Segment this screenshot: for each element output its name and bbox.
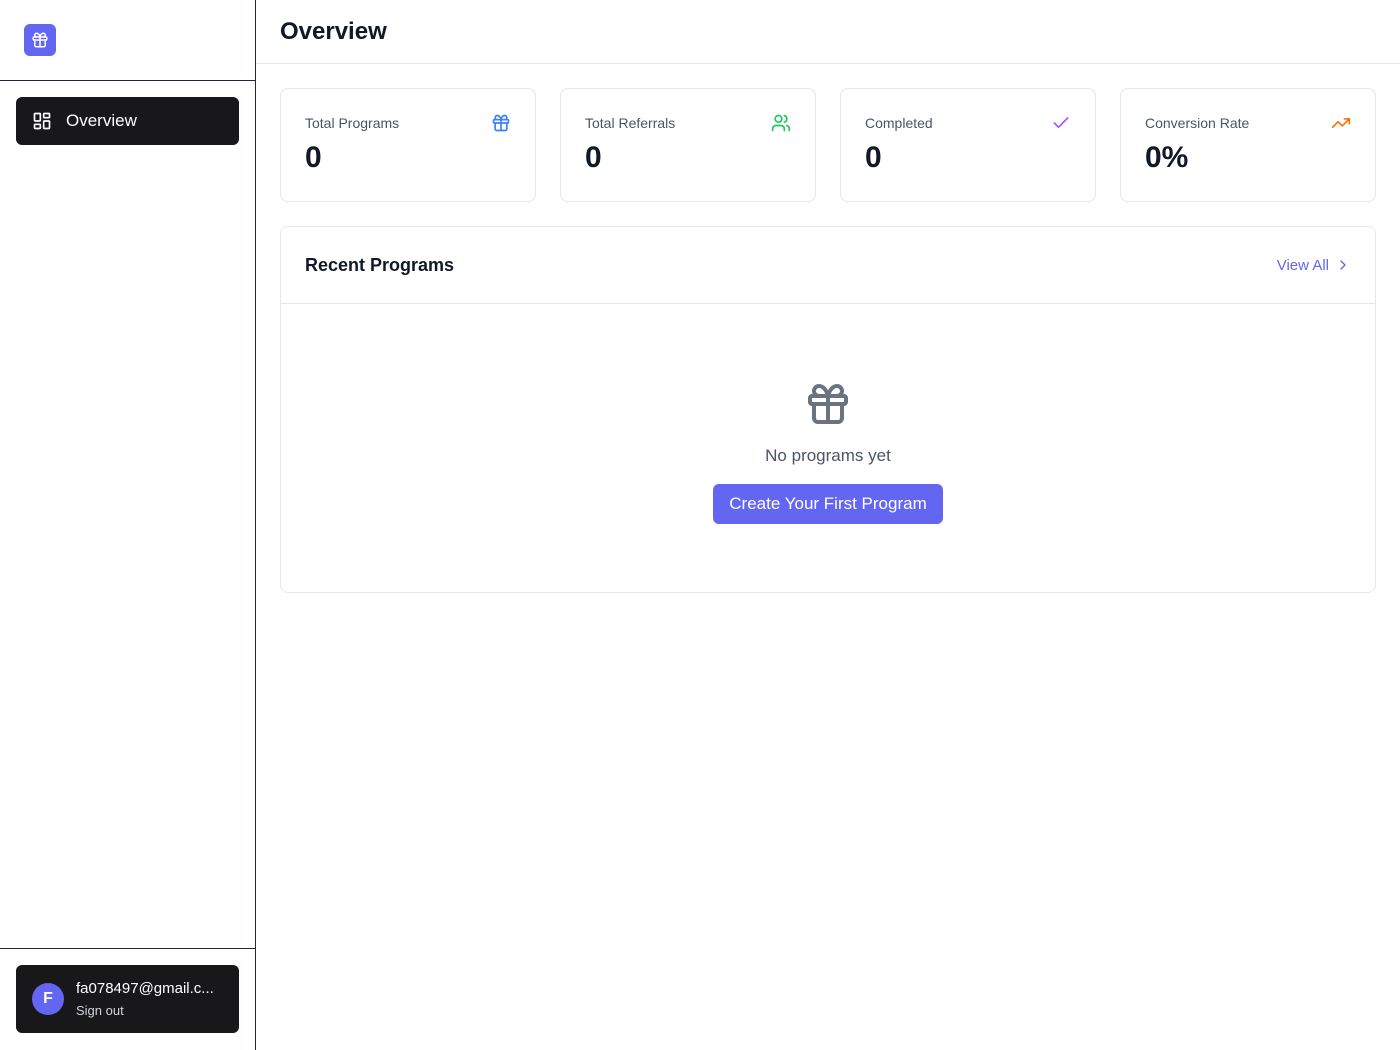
- sidebar-header: [0, 0, 255, 81]
- stat-label: Completed: [865, 115, 933, 131]
- app-root: Overview F fa078497@gmail.c... Sign out …: [0, 0, 1400, 1050]
- users-icon: [771, 114, 791, 132]
- trending-up-icon: [1331, 118, 1351, 128]
- stat-card-total-referrals: Total Referrals 0: [560, 88, 816, 202]
- sidebar-item-label: Overview: [66, 111, 137, 130]
- stat-card-completed: Completed 0: [840, 88, 1096, 202]
- empty-state: No programs yet Create Your First Progra…: [281, 304, 1375, 524]
- stat-value: 0: [585, 141, 602, 174]
- sidebar: Overview F fa078497@gmail.c... Sign out: [0, 0, 256, 1050]
- avatar: F: [32, 983, 64, 1015]
- sidebar-nav: Overview: [0, 81, 255, 948]
- user-email: fa078497@gmail.c...: [76, 980, 214, 997]
- page-header: Overview: [256, 0, 1400, 64]
- stat-value: 0: [865, 141, 882, 174]
- stat-card-total-programs: Total Programs 0: [280, 88, 536, 202]
- page-title: Overview: [280, 17, 387, 45]
- gift-icon: [808, 384, 848, 424]
- panel-title: Recent Programs: [305, 254, 455, 275]
- user-card[interactable]: F fa078497@gmail.c... Sign out: [16, 965, 239, 1033]
- stat-label: Conversion Rate: [1145, 115, 1250, 131]
- stat-value: 0: [305, 141, 322, 174]
- create-first-program-button[interactable]: Create Your First Program: [713, 484, 943, 524]
- recent-programs-panel: Recent Programs View All No programs yet…: [280, 226, 1376, 593]
- panel-header: Recent Programs View All: [281, 227, 1375, 304]
- sidebar-footer: F fa078497@gmail.c... Sign out: [0, 948, 255, 1050]
- stat-value: 0%: [1145, 141, 1189, 174]
- dashboard-grid-icon: [33, 112, 51, 130]
- app-logo[interactable]: [24, 24, 56, 56]
- main-content: Overview Total Programs 0 Total Referral…: [256, 0, 1400, 1050]
- stat-label: Total Programs: [305, 115, 400, 131]
- check-icon: [1053, 117, 1069, 128]
- view-all-link[interactable]: View All: [1277, 257, 1351, 274]
- stat-label: Total Referrals: [585, 115, 676, 131]
- sidebar-item-overview[interactable]: Overview: [16, 97, 239, 145]
- empty-state-text: No programs yet: [765, 446, 891, 465]
- view-all-label: View All: [1276, 256, 1329, 274]
- chevron-right-icon: [1340, 260, 1346, 270]
- user-info: fa078497@gmail.c... Sign out: [76, 980, 226, 1018]
- gift-icon: [492, 114, 510, 132]
- gift-icon: [32, 32, 48, 48]
- stat-card-conversion-rate: Conversion Rate 0%: [1120, 88, 1376, 202]
- sign-out-link[interactable]: Sign out: [76, 1003, 226, 1018]
- content-area: Total Programs 0 Total Referrals 0 Compl…: [256, 64, 1400, 617]
- stats-row: Total Programs 0 Total Referrals 0 Compl…: [280, 88, 1376, 202]
